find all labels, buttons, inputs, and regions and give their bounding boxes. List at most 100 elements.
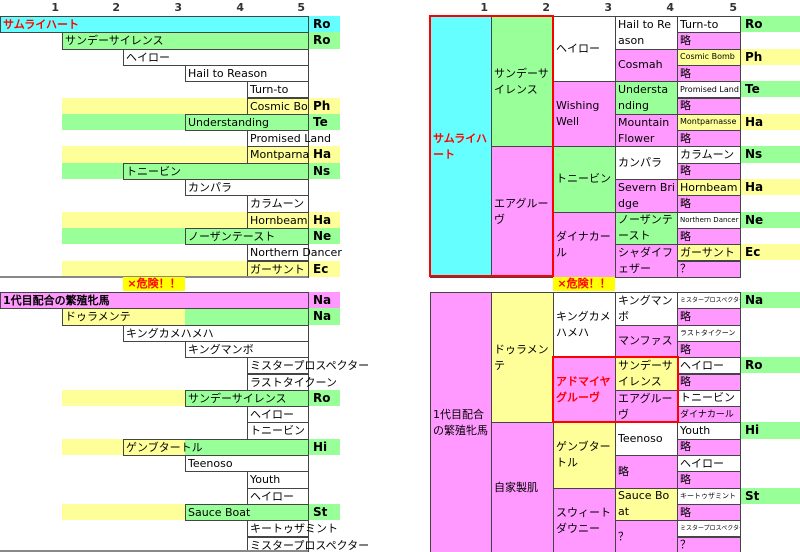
pedigree-cell: ドゥラメンテ (491, 292, 554, 424)
horse-name: Understanding (185, 113, 309, 132)
horse-name: Hail to Reason (185, 64, 309, 83)
lineage-code: Ec (309, 260, 340, 277)
danger-label-right: ×危険！！ (553, 277, 615, 291)
pedigree-cell: スウィートダウニー (553, 487, 616, 552)
lineage-code: Ph (309, 97, 340, 114)
pedigree-cell: ミスタープロスペクター (677, 520, 741, 538)
pedigree-cell: 略 (677, 97, 741, 115)
pedigree-cell: Turn-to (677, 16, 741, 34)
horse-name: トニービン (123, 162, 309, 180)
lineage-code: Ro (741, 16, 800, 33)
pedigree-cell: 略 (677, 373, 741, 391)
pedigree-cell: ゲンブタートル (553, 422, 616, 489)
lineage-code: Hi (309, 438, 340, 455)
horse-name: 1代目配合の繁殖牝馬 (0, 292, 309, 310)
lineage-code: Ne (309, 227, 340, 245)
column-header: 4 (666, 1, 674, 14)
pedigree-cell: 略 (677, 503, 741, 522)
lineage-code: Ro (309, 16, 340, 33)
pedigree-cell: Understanding (615, 81, 678, 115)
pedigree-cell: 略 (677, 32, 741, 50)
lineage-code: Ha (741, 179, 800, 196)
spreadsheet: 12345 12345 サムライハート Ro サンデーサイレンス Ro ヘイロー Hail… (0, 0, 800, 552)
pedigree-cell: Hornbeam (677, 179, 741, 197)
pedigree-cell: 1代目配合の繁殖牝馬 (430, 292, 492, 552)
horse-name: Northern Dancer (247, 244, 342, 262)
pedigree-cell: 略 (677, 438, 741, 456)
pedigree-cell: 略 (677, 162, 741, 180)
horse-name: Hornbeam (247, 211, 309, 229)
pedigree-cell: ダイナカール (553, 211, 616, 278)
pedigree-cell: キートゥザミント (677, 487, 741, 505)
horse-name: ミスタープロスペクター (247, 357, 369, 375)
pedigree-cell: 略 (677, 471, 741, 489)
lineage-code: Te (309, 113, 340, 131)
horse-name: ノーザンテースト (185, 227, 309, 246)
pedigree-cell: キングカメハメハ (553, 292, 616, 359)
column-header: 1 (51, 1, 59, 14)
horse-name: トニービン (247, 422, 309, 440)
lineage-code: Ha (309, 146, 340, 163)
horse-name: カラムーン (247, 195, 309, 213)
lineage-code: Te (741, 81, 800, 98)
pedigree-cell: エアグルーヴ (615, 389, 678, 424)
lineage-code: Ha (309, 211, 340, 228)
horse-name: ヘイロー (247, 487, 309, 505)
pedigree-cell: 略 (677, 195, 741, 213)
pedigree-cell: 略 (677, 130, 741, 148)
pedigree-cell: ミスタープロスペクター (677, 292, 741, 310)
pedigree-cell: ヘイロー (677, 455, 741, 473)
lineage-code: Ns (741, 146, 800, 163)
column-header: 2 (542, 1, 550, 14)
column-header: 5 (297, 1, 305, 14)
pedigree-cell: エアグルーヴ (491, 146, 554, 278)
pedigree-cell: ？ (615, 520, 678, 552)
pedigree-cell: ？ (677, 260, 741, 278)
column-header: 2 (112, 1, 120, 14)
pedigree-cell: マンファス (615, 324, 678, 359)
pedigree-cell: Sauce Boat (615, 487, 678, 522)
pedigree-cell: アドマイヤグルーヴ (553, 357, 616, 424)
pedigree-cell: Montparnasse (677, 113, 741, 132)
pedigree-cell: Mountain Flower (615, 113, 678, 148)
column-header: 5 (729, 1, 737, 14)
pedigree-cell: カラムーン (677, 146, 741, 164)
horse-name: ヘイロー (247, 406, 309, 424)
pedigree-cell: Teenoso (615, 422, 678, 456)
pedigree-cell: 略 (677, 340, 741, 359)
pedigree-cell: Hail to Reason (615, 16, 678, 50)
horse-name: Promised Land (247, 130, 331, 148)
lineage-code: Na (309, 292, 340, 309)
horse-name: Turn-to (247, 81, 309, 99)
lineage-code: Ro (309, 32, 340, 49)
horse-name: ゲンブタートル (123, 438, 309, 456)
pedigree-cell: ヘイロー (677, 357, 741, 375)
horse-name: Cosmic Bomb (247, 97, 325, 115)
horse-name: ドゥラメンテ (62, 308, 309, 326)
horse-name: Teenoso (185, 455, 309, 473)
pedigree-cell: 略 (615, 455, 678, 489)
pedigree-cell: ノーザンテースト (615, 211, 678, 246)
lineage-code: Ro (309, 389, 340, 407)
lineage-code: Na (741, 292, 800, 309)
pedigree-cell: Cosmic Bomb (677, 48, 741, 66)
pedigree-cell: 略 (677, 227, 741, 246)
horse-name: キートゥザミント (247, 520, 338, 538)
danger-label-left: ×危険！！ (123, 277, 185, 291)
pedigree-cell: ヘイロー (553, 16, 616, 83)
pedigree-cell: 自家製肌 (491, 422, 554, 552)
pedigree-cell: ガーサント (677, 244, 741, 262)
pedigree-cell: ？ (677, 536, 741, 552)
horse-name: サンデーサイレンス (62, 32, 309, 50)
horse-name: キングカメハメハ (123, 324, 309, 342)
horse-name: Youth (247, 471, 309, 489)
pedigree-cell: ラストタイクーン (677, 324, 741, 342)
column-header: 1 (480, 1, 488, 14)
lineage-code: Na (309, 308, 340, 325)
pedigree-cell: キングマンボ (615, 292, 678, 326)
horse-name: ラストタイクーン (247, 373, 337, 391)
pedigree-cell: Cosmah (615, 48, 678, 83)
column-header: 4 (236, 1, 244, 14)
lineage-code: St (309, 503, 340, 521)
pedigree-cell: カンパラ (615, 146, 678, 180)
